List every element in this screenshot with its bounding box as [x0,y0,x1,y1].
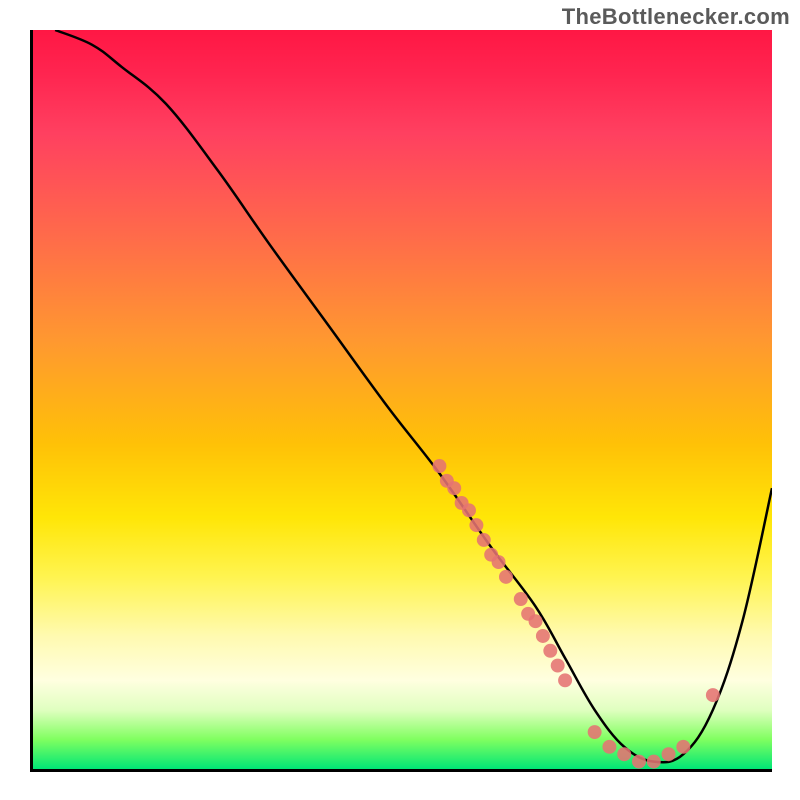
gradient-background [33,30,772,769]
plot-area [30,30,772,772]
chart-container: TheBottlenecker.com [0,0,800,800]
watermark-text: TheBottlenecker.com [562,4,790,30]
